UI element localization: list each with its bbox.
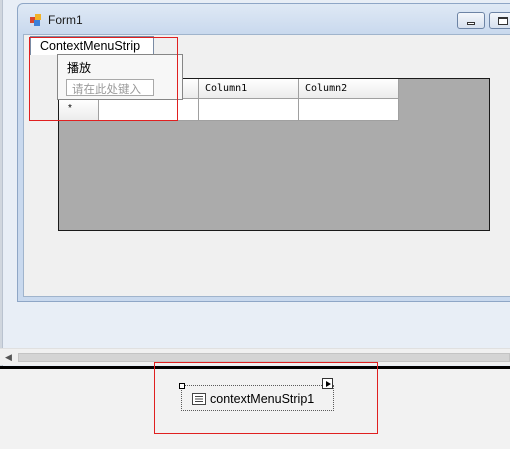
component-tray[interactable]: contextMenuStrip1 [0, 369, 510, 449]
menu-item-play[interactable]: 播放 [67, 59, 91, 76]
scroll-left-arrow-icon[interactable]: ◀ [5, 353, 12, 362]
minimize-button[interactable] [457, 12, 485, 29]
tray-component-context-menu-strip[interactable]: contextMenuStrip1 [179, 378, 334, 411]
grid-column-header[interactable]: Column2 [299, 79, 399, 99]
tray-component-label: contextMenuStrip1 [210, 392, 315, 406]
grid-cell[interactable] [299, 99, 399, 121]
form-title-bar[interactable]: Form1 [18, 4, 510, 34]
maximize-button[interactable] [489, 12, 510, 29]
grid-cell[interactable] [99, 99, 199, 121]
selection-handle[interactable] [179, 383, 185, 389]
maximize-icon [498, 17, 508, 25]
horizontal-scrollbar[interactable]: ◀ [0, 348, 510, 365]
form-title: Form1 [48, 13, 83, 27]
grid-column-header[interactable]: Column1 [199, 79, 299, 99]
minimize-icon [467, 22, 475, 25]
data-grid-view[interactable]: Column1 Column2 * [58, 78, 490, 231]
designer-left-edge [0, 0, 3, 366]
grid-cell[interactable] [199, 99, 299, 121]
new-row-icon: * [68, 103, 72, 114]
form-icon [30, 14, 41, 26]
context-menu-dropdown: 播放 请在此处键入 [57, 54, 183, 100]
context-menu-strip-icon [192, 393, 206, 405]
scrollbar-thumb[interactable] [18, 353, 510, 362]
context-menu-strip-tab[interactable]: ContextMenuStrip [30, 36, 154, 55]
grid-row-header[interactable]: * [59, 99, 99, 121]
type-here-input[interactable]: 请在此处键入 [66, 79, 154, 96]
grid-new-row[interactable]: * [59, 99, 399, 121]
smart-tag-arrow-icon[interactable] [322, 378, 333, 389]
